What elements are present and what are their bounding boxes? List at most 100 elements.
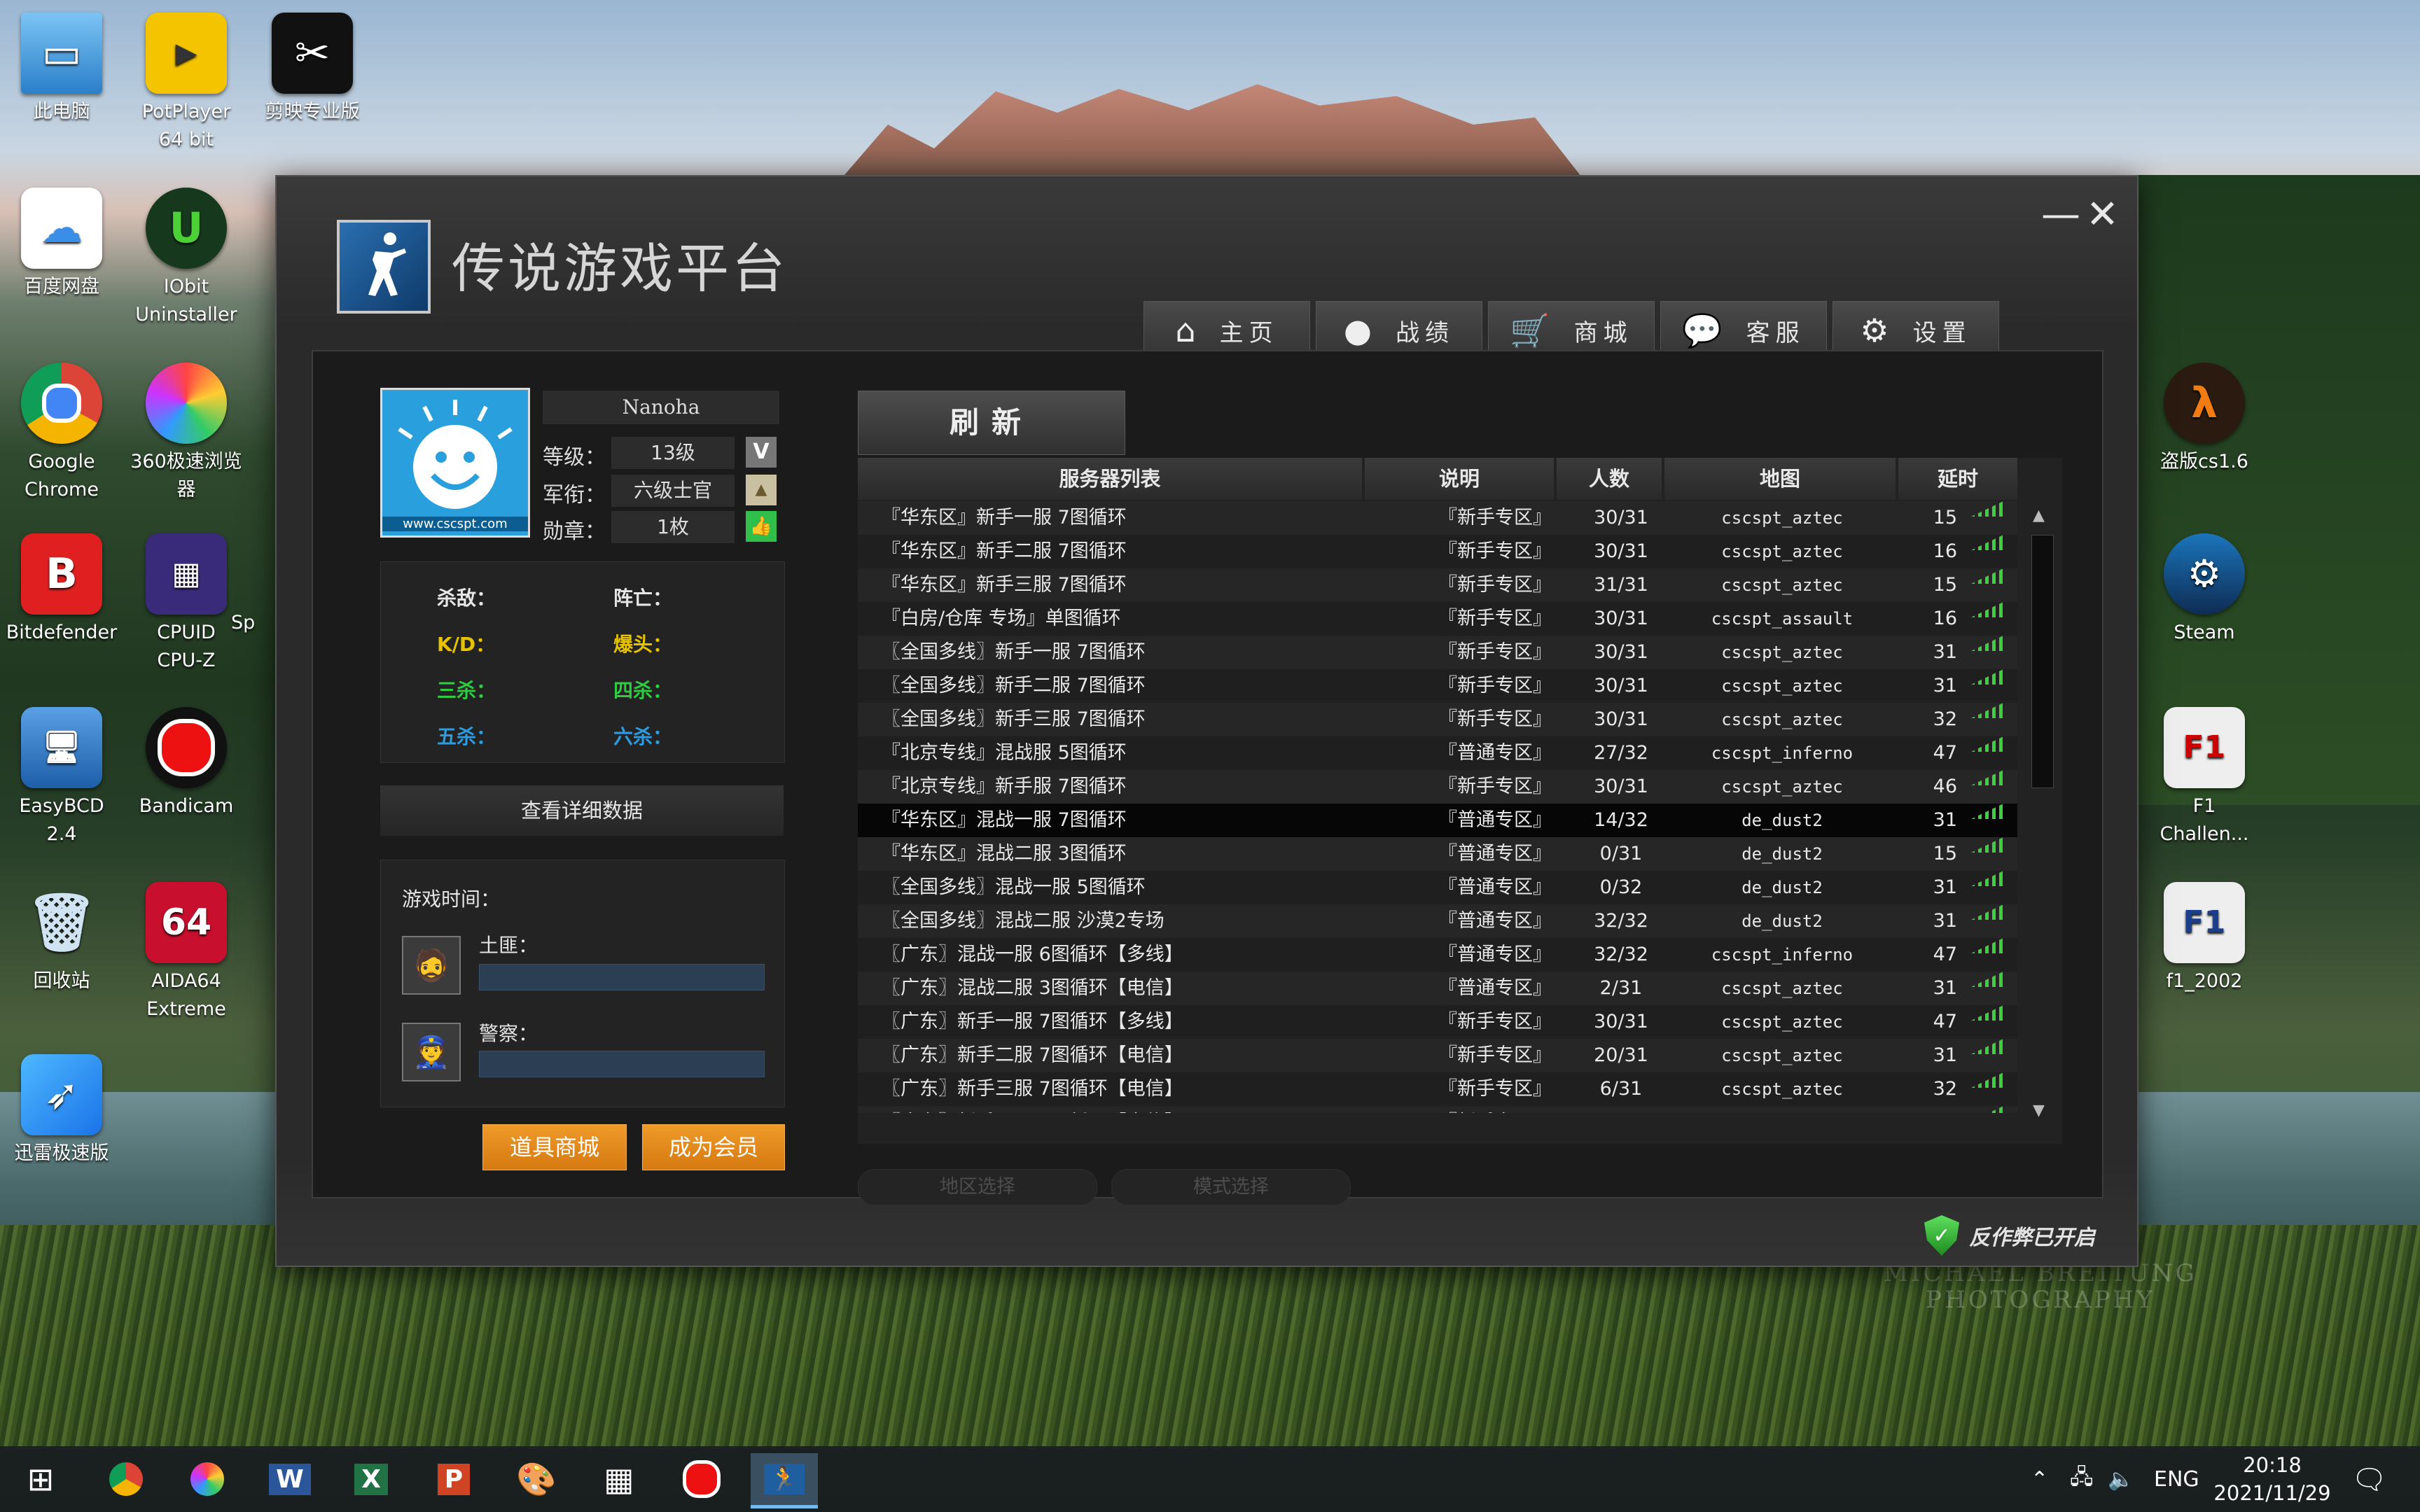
table-row[interactable]: 『华东区』混战一服 7图循环 『普通专区』 14/32 de_dust2 31 [858,804,2017,837]
column-header-ping[interactable]: 延时 [1898,458,2017,500]
table-row[interactable]: 『白房/仓库 专场』单图循环 『新手专区』 30/31 cscspt_assault 1… [858,602,2017,636]
desktop-icon-f1-challenge[interactable]: F1 F1 Challen... [2143,700,2266,848]
table-row[interactable]: 『华东区』新手三服 7图循环 『新手专区』 31/31 cscspt_aztec 15 [858,568,2017,602]
chrome-icon[interactable] [92,1453,160,1505]
powerpoint-icon[interactable]: P [420,1453,487,1505]
stat-quad-kill: 四杀： [613,679,673,702]
signal-strength-icon [1971,636,2003,651]
desktop-icon-f1-2002[interactable]: F1 f1_2002 [2143,875,2266,995]
desktop-icon-half-life[interactable]: λ 盗版cs1.6 [2143,356,2266,476]
server-name-cell: 『北京专线』新手服 7图循环 [882,776,1127,797]
map-cell: cscspt_aztec [1721,643,1843,662]
minimize-button[interactable]: — [2041,192,2080,237]
word-icon[interactable]: W [256,1453,324,1505]
table-row[interactable]: 〖广东〗新手三服 7图循环【电信】 『新手专区』 6/31 cscspt_aztec 3… [858,1072,2017,1106]
close-button[interactable]: ✕ [2086,192,2119,237]
table-row[interactable]: 『华东区』新手二服 7图循环 『新手专区』 30/31 cscspt_aztec 16 [858,535,2017,568]
watermark-line-2: PHOTOGRAPHY [1926,1286,2155,1314]
f1-challenge-icon: F1 [2164,707,2245,788]
column-header-server-name[interactable]: 服务器列表 [858,458,1362,500]
table-row[interactable]: 〖广东〗新手四服 7图循环【电信】『新手专区』8/31cscspt_aztec3… [858,1106,2017,1113]
desktop-icon-iobit[interactable]: U IObit Uninstaller [125,181,248,329]
refresh-button[interactable]: 刷新 [858,391,1125,455]
region-filter-button[interactable]: 地区选择 [858,1169,1097,1205]
desktop-icon-bitdefender[interactable]: B Bitdefender [0,526,123,647]
mode-filter-button[interactable]: 模式选择 [1111,1169,1351,1205]
desktop-icon-cpuz[interactable]: ▦ CPUID CPU-Z [125,526,248,675]
signal-strength-icon [1971,938,2003,953]
table-row[interactable]: 〖全国多线〗混战一服 5图循环 『普通专区』 0/32 de_dust2 31 [858,871,2017,904]
language-indicator[interactable]: ENG [2154,1446,2199,1512]
clock-time: 20:18 [2243,1453,2302,1477]
scroll-up-icon[interactable]: ▲ [2033,507,2045,524]
server-name-cell: 『华东区』新手二服 7图循环 [882,540,1127,562]
desktop: MICHAEL BREITUNG PHOTOGRAPHY ▭ 此电脑 ▶ Pot… [0,0,2420,1512]
paint-icon[interactable]: 🎨 [503,1453,570,1505]
table-row[interactable]: 『华东区』混战二服 3图循环 『普通专区』 0/31 de_dust2 15 [858,837,2017,871]
table-row[interactable]: 〖全国多线〗新手三服 7图循环 『新手专区』 30/31 cscspt_aztec 32 [858,703,2017,736]
desktop-icon-potplayer[interactable]: ▶ PotPlayer 64 bit [125,6,248,154]
table-row[interactable]: 〖广东〗混战一服 6图循环【多线】 『普通专区』 32/32 cscspt_infer… [858,938,2017,972]
table-row[interactable]: 『北京专线』新手服 7图循环 『新手专区』 30/31 cscspt_aztec 46 [858,770,2017,804]
item-shop-button[interactable]: 道具商城 [482,1124,627,1170]
desktop-icon-capcut[interactable]: ✂ 剪映专业版 [251,6,374,126]
calculator-icon[interactable]: ▦ [585,1453,653,1505]
ping-cell: 31 [1933,675,1957,696]
ping-cell: 16 [1933,608,1957,629]
table-row[interactable]: 〖广东〗新手二服 7图循环【电信】 『新手专区』 20/31 cscspt_aztec… [858,1039,2017,1072]
level-row: 等级： 13级 V [543,437,777,470]
ping-cell: 31 [1908,1106,1957,1113]
desktop-icon-this-pc[interactable]: ▭ 此电脑 [0,6,123,126]
terrorist-avatar-icon: 🧔 [402,936,461,995]
clock[interactable]: 20:18 2021/11/29 [2206,1446,2339,1512]
table-row[interactable]: 〖全国多线〗新手二服 7图循环 『新手专区』 30/31 cscspt_aztec 31 [858,669,2017,703]
360-browser-icon[interactable] [174,1453,241,1505]
server-name-cell: 『华东区』混战二服 3图循环 [882,843,1127,864]
medal-label: 勋章： [543,519,606,544]
desktop-icon-recycle-bin[interactable]: 🗑 回收站 [0,875,123,995]
table-row[interactable]: 〖广东〗新手一服 7图循环【多线】 『新手专区』 30/31 cscspt_aztec… [858,1005,2017,1039]
desktop-icon-baidu-netdisk[interactable]: ☁ 百度网盘 [0,181,123,301]
desktop-icon-360-browser[interactable]: 360极速浏览器 [125,356,248,504]
stat-hexa-kill: 六杀： [613,725,673,748]
column-header-desc[interactable]: 说明 [1365,458,1554,500]
tab-label: 设置 [1912,318,1972,347]
column-header-map[interactable]: 地图 [1664,458,1896,500]
desktop-icon-bandicam[interactable]: Bandicam [125,700,248,820]
desktop-icon-aida64[interactable]: 64 AIDA64 Extreme [125,875,248,1023]
table-row[interactable]: 『华东区』新手一服 7图循环 『新手专区』 30/31 cscspt_aztec 15 [858,501,2017,535]
xunlei-icon: ➶ [21,1054,102,1135]
stat-deaths: 阵亡： [613,587,673,610]
table-row[interactable]: 〖广东〗混战二服 3图循环【电信】 『普通专区』 2/31 cscspt_aztec 3… [858,972,2017,1005]
scroll-down-icon[interactable]: ▼ [2033,1102,2045,1119]
desktop-icon-label: 剪映专业版 [265,101,360,122]
desktop-icon-xunlei[interactable]: ➶ 迅雷极速版 [0,1047,123,1168]
game-platform-icon[interactable]: 🏃 [751,1453,818,1508]
scrollbar[interactable]: ▲ ▼ [2029,507,2054,1130]
tray-overflow-icon[interactable]: ⌃ [2031,1446,2048,1512]
network-icon[interactable]: 🖧 [2070,1446,2093,1512]
become-member-button[interactable]: 成为会员 [642,1124,785,1170]
desktop-icon-chrome[interactable]: Google Chrome [0,356,123,504]
notification-icon[interactable]: 🗨 [2351,1446,2387,1512]
bandicam-icon[interactable] [668,1453,735,1505]
table-row[interactable]: 『北京专线』混战服 5图循环 『普通专区』 27/32 cscspt_inferno 4… [858,736,2017,770]
desktop-icon-steam[interactable]: ⚙ Steam [2143,526,2266,647]
windows-start-icon[interactable]: ⊞ [7,1453,74,1505]
ping-cell: 46 [1933,776,1957,797]
view-details-button[interactable]: 查看详细数据 [380,785,784,836]
stat-kills: 杀敌： [437,587,496,610]
ping-cell: 32 [1933,708,1957,730]
map-cell: cscspt_aztec [1721,508,1843,528]
volume-icon[interactable]: 🔈 [2108,1446,2134,1512]
map-cell: cscspt_aztec [1721,710,1843,729]
table-row[interactable]: 〖全国多线〗新手一服 7图循环 『新手专区』 30/31 cscspt_aztec 31 [858,636,2017,669]
desktop-icon-easybcd[interactable]: 🖥 EasyBCD 2.4 [0,700,123,848]
ping-cell: 31 [1933,809,1957,831]
excel-icon[interactable]: X [338,1453,405,1505]
level-label: 等级： [543,445,606,470]
table-row[interactable]: 〖全国多线〗混战二服 沙漠2专场 『普通专区』 32/32 de_dust2 31 [858,904,2017,938]
scrollbar-thumb[interactable] [2031,535,2054,788]
signal-strength-icon [1971,669,2003,685]
column-header-count[interactable]: 人数 [1557,458,1662,500]
